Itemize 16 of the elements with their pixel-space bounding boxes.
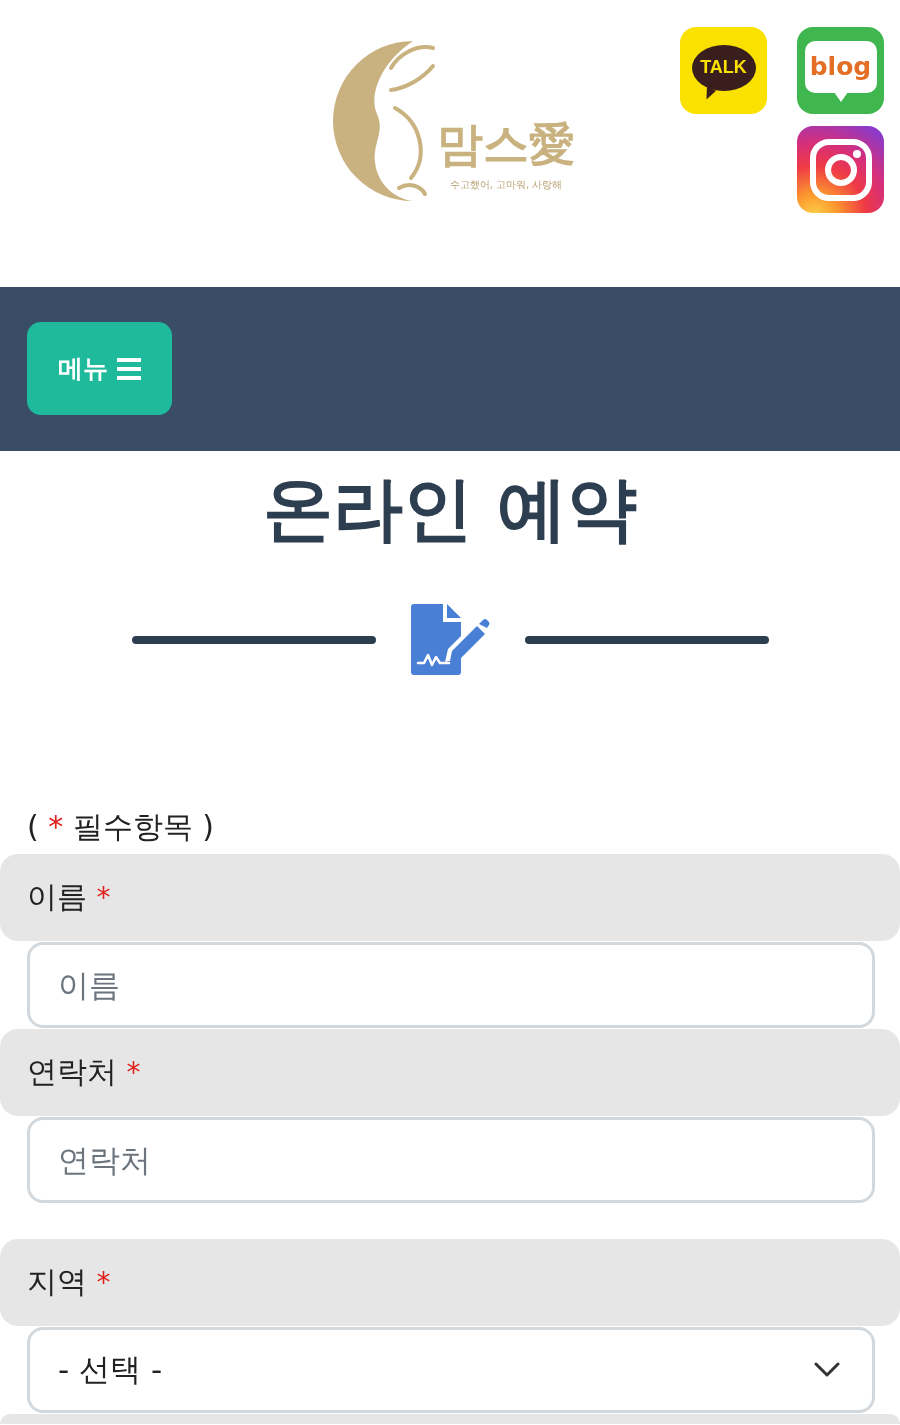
camera-icon [808,137,873,202]
logo-name: 맘스愛 [437,116,575,173]
logo-tagline: 수고했어, 고마워, 사랑해 [449,178,563,192]
chevron-down-icon [814,1362,840,1378]
talk-link[interactable]: TALK [680,27,767,114]
text-input[interactable]: 연락처 [27,1117,875,1203]
field-label: 연락처 * [27,1053,141,1091]
page-title: 온라인 예약 [261,467,639,552]
field-label: 지역 * [27,1263,111,1301]
required-note: ( * 필수항목 ) [26,808,215,846]
signed-document-icon [410,604,490,675]
menu-icon [117,357,141,380]
field-label: 이름 * [27,878,111,916]
text-input[interactable]: 이름 [27,942,875,1028]
camera-app-link[interactable] [797,126,884,213]
select-field[interactable]: - 선택 - [27,1327,875,1413]
